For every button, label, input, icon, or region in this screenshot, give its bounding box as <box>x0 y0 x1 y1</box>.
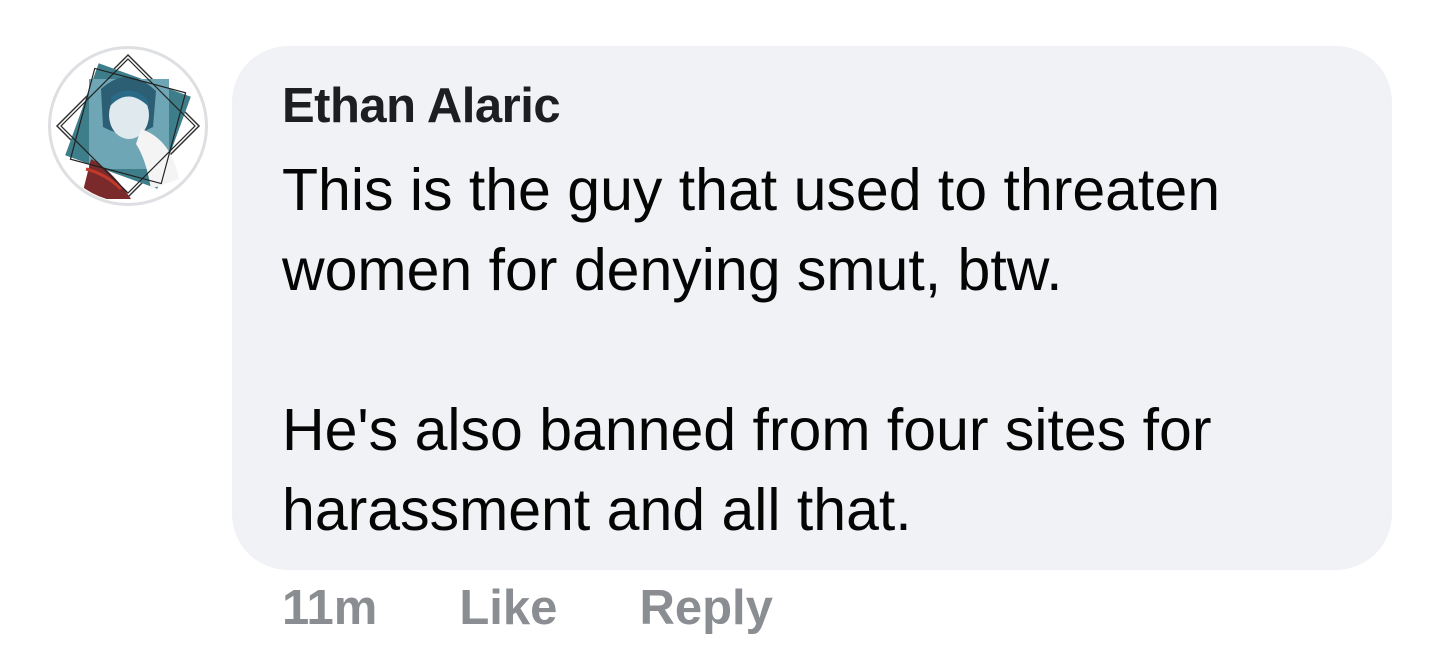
comment-bubble: Ethan Alaric This is the guy that used t… <box>232 46 1392 570</box>
comment-paragraph: This is the guy that used to threaten wo… <box>282 157 1221 303</box>
like-button[interactable]: Like <box>459 580 557 636</box>
comment-actions: 11m Like Reply <box>282 580 773 636</box>
reply-button[interactable]: Reply <box>639 580 772 636</box>
avatar[interactable] <box>48 46 208 206</box>
comment-author[interactable]: Ethan Alaric <box>282 78 561 134</box>
comment-timestamp[interactable]: 11m <box>282 580 377 636</box>
comment-text: This is the guy that used to threaten wo… <box>282 150 1362 550</box>
comment-paragraph: He's also banned from four sites for har… <box>282 397 1212 543</box>
profile-avatar-icon <box>52 50 204 202</box>
